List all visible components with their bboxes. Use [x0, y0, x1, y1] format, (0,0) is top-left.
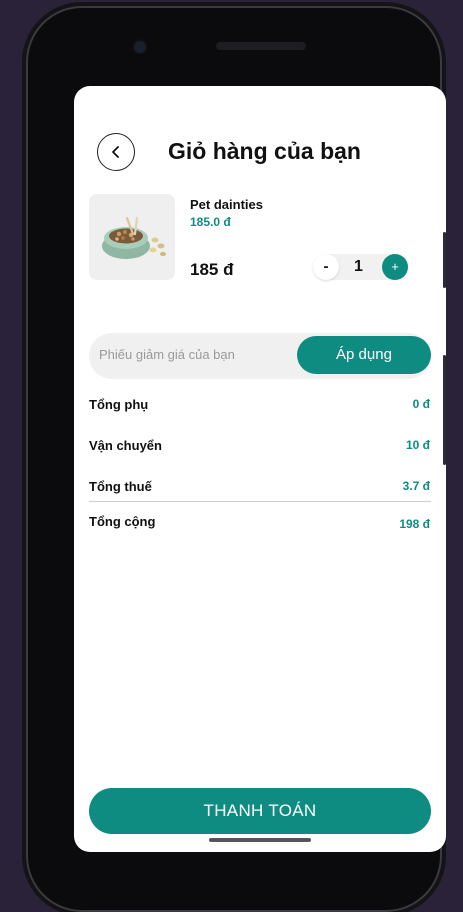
pet-food-bowl-image — [102, 216, 166, 259]
speaker-grille — [216, 42, 306, 50]
product-unit-price: 185.0 đ — [190, 215, 231, 229]
shipping-value: 10 đ — [405, 438, 430, 452]
product-image — [89, 194, 175, 280]
chevron-left-icon — [112, 146, 119, 158]
subtotal-label: Tổng phụ — [89, 397, 149, 412]
product-line-total: 185 đ — [190, 260, 234, 279]
increase-quantity-button[interactable]: + — [382, 254, 408, 280]
subtotal-value: 0 đ — [412, 397, 430, 411]
camera-icon — [134, 41, 146, 53]
summary-divider — [89, 501, 431, 502]
decrease-quantity-button[interactable]: - — [313, 254, 339, 280]
tax-value: 3.7 đ — [402, 479, 430, 493]
quantity-value: 1 — [354, 258, 363, 275]
back-button[interactable] — [97, 133, 135, 171]
tax-label: Tổng thuế — [89, 479, 152, 494]
total-value: 198 đ — [399, 517, 430, 531]
total-label: Tổng cộng — [89, 514, 156, 529]
cart-screen: Giỏ hàng của bạn Pet dainties 185.0 đ 18… — [74, 86, 446, 852]
volume-button — [443, 232, 446, 288]
apply-coupon-button[interactable]: Áp dụng — [297, 336, 431, 374]
phone-frame: Giỏ hàng của bạn Pet dainties 185.0 đ 18… — [26, 6, 446, 912]
coupon-input[interactable] — [97, 346, 301, 363]
checkout-button[interactable]: THANH TOÁN — [89, 788, 431, 834]
product-name: Pet dainties — [190, 197, 263, 212]
shipping-label: Vận chuyển — [89, 438, 162, 453]
page-title: Giỏ hàng của bạn — [168, 138, 361, 164]
home-indicator[interactable] — [209, 838, 311, 842]
power-button — [443, 355, 446, 465]
